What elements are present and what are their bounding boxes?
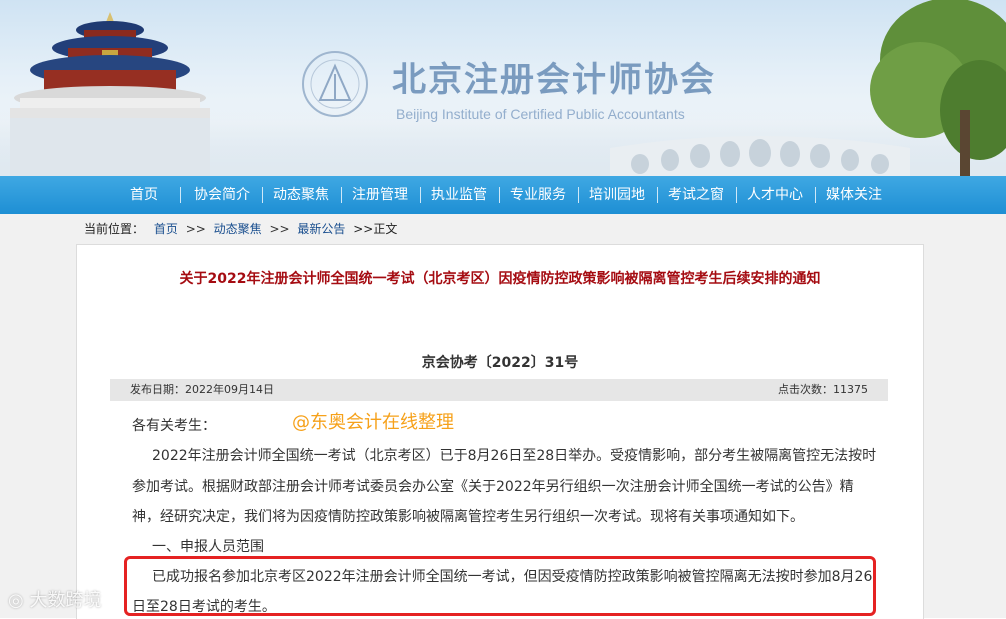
paragraph-line: 2022年注册会计师全国统一考试（北京考区）已于8月26日至28日举办。受疫情影…	[152, 448, 877, 464]
nav-divider	[341, 187, 342, 203]
article-meta-bar: 发布日期：2022年09月14日 点击次数：11375	[110, 379, 888, 401]
nav-divider	[262, 187, 263, 203]
section-heading: 一、申报人员范围	[152, 539, 264, 555]
nav-item-about[interactable]: 协会简介	[194, 176, 250, 214]
nav-divider	[180, 187, 181, 203]
breadcrumb-home-link[interactable]: 首页	[154, 222, 178, 236]
nav-divider	[499, 187, 500, 203]
nav-item-exams[interactable]: 考试之窗	[668, 176, 724, 214]
nav-divider	[420, 187, 421, 203]
breadcrumb-separator: >>	[269, 222, 290, 236]
nav-item-supervision[interactable]: 执业监管	[431, 176, 487, 214]
paragraph-line: 参加考试。根据财政部注册会计师考试委员会办公室《关于2022年另行组织一次注册会…	[132, 479, 854, 495]
article-title: 关于2022年注册会计师全国统一考试（北京考区）因疫情防控政策影响被隔离管控考生…	[179, 271, 821, 287]
breadcrumb-separator: >>	[185, 222, 206, 236]
nav-item-services[interactable]: 专业服务	[510, 176, 566, 214]
salutation: 各有关考生：	[132, 418, 216, 434]
document-number: 京会协考〔2022〕31号	[421, 355, 579, 371]
willow-tree-image	[870, 0, 1006, 176]
click-count: 点击次数：11375	[778, 383, 868, 396]
highlight-annotation-box	[124, 556, 876, 616]
breadcrumb-announcements-link[interactable]: 最新公告	[297, 222, 345, 236]
nav-item-media[interactable]: 媒体关注	[826, 176, 882, 214]
nav-divider	[657, 187, 658, 203]
breadcrumb-current: >>正文	[353, 222, 398, 236]
corner-watermark-text: 大数跨境	[29, 590, 102, 611]
watermark-text: @东奥会计在线整理	[292, 412, 454, 433]
temple-of-heaven-image	[10, 12, 210, 176]
nav-divider	[815, 187, 816, 203]
site-banner: 北京注册会计师协会 Beijing Institute of Certified…	[0, 0, 1006, 176]
nav-item-talent[interactable]: 人才中心	[747, 176, 803, 214]
breadcrumb-news-link[interactable]: 动态聚焦	[214, 222, 262, 236]
weibo-icon: ◎	[8, 590, 24, 611]
nav-item-training[interactable]: 培训园地	[589, 176, 645, 214]
nav-item-registration[interactable]: 注册管理	[352, 176, 408, 214]
institute-emblem-icon	[302, 51, 368, 117]
nav-item-home[interactable]: 首页	[130, 176, 158, 214]
breadcrumb-prefix: 当前位置：	[84, 222, 145, 236]
corner-watermark-logo: ◎ 大数跨境	[8, 586, 101, 612]
main-nav: 首页 协会简介 动态聚焦 注册管理 执业监管 专业服务 培训园地 考试之窗 人才…	[0, 176, 1006, 214]
nav-item-news[interactable]: 动态聚焦	[273, 176, 329, 214]
nav-divider	[578, 187, 579, 203]
publish-date: 发布日期：2022年09月14日	[130, 383, 274, 396]
breadcrumb: 当前位置： 首页 >> 动态聚焦 >> 最新公告 >>正文	[84, 220, 397, 237]
paragraph-line: 神，经研究决定，我们将为因疫情防控政策影响被隔离管控考生另行组织一次考试。现将有…	[132, 509, 804, 525]
nav-divider	[736, 187, 737, 203]
site-title: 北京注册会计师协会	[392, 60, 716, 100]
